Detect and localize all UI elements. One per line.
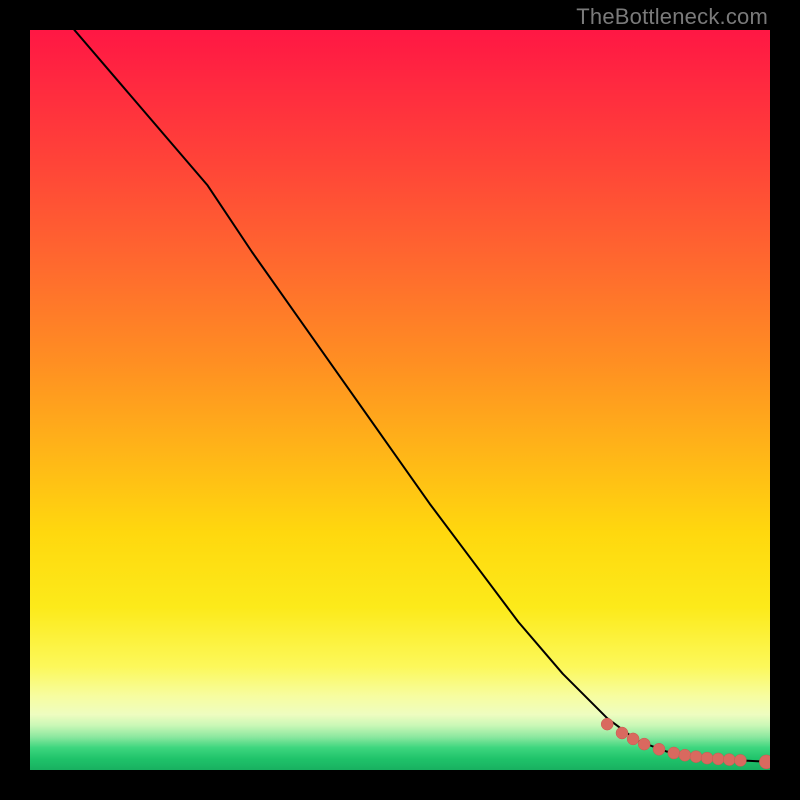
chart-frame: TheBottleneck.com — [0, 0, 800, 800]
watermark-text: TheBottleneck.com — [576, 4, 768, 30]
plot-area — [30, 30, 770, 770]
